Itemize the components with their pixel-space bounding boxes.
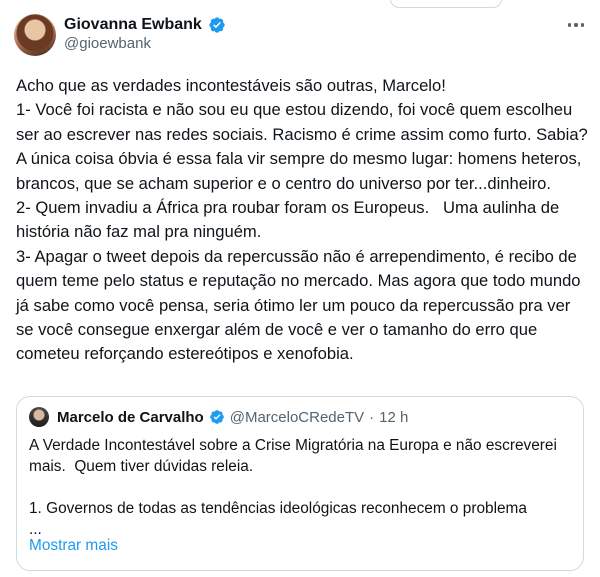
quoted-text: A Verdade Incontestável sobre a Crise Mi… bbox=[29, 435, 569, 540]
previous-tweet-button-edge bbox=[390, 0, 502, 8]
author-display-name[interactable]: Giovanna Ewbank bbox=[64, 16, 202, 34]
verified-badge-icon bbox=[209, 409, 225, 425]
quoted-blank-line bbox=[29, 477, 569, 498]
tweet-paragraph: 3- Apagar o tweet depois da repercussão … bbox=[16, 246, 586, 364]
more-horizontal-icon[interactable] bbox=[566, 18, 586, 32]
author-name-row: Giovanna Ewbank bbox=[64, 14, 226, 36]
quoted-tweet-card[interactable]: Marcelo de Carvalho @MarceloCRedeTV · 12… bbox=[16, 396, 584, 571]
previous-tweet-edge bbox=[0, 0, 600, 10]
verified-badge-icon bbox=[208, 16, 226, 34]
tweet-paragraph: 2- Quem invadiu a África pra roubar fora… bbox=[16, 198, 564, 242]
tweet-paragraph: Acho que as verdades incontestáveis são … bbox=[16, 76, 446, 95]
quoted-separator: · bbox=[369, 408, 375, 426]
quoted-avatar bbox=[29, 407, 49, 427]
quoted-handle: @MarceloCRedeTV bbox=[229, 408, 365, 426]
avatar[interactable] bbox=[14, 14, 56, 56]
tweet-paragraph: 1- Você foi racista e não sou eu que est… bbox=[16, 100, 592, 193]
quoted-line: 1. Governos de todas as tendências ideol… bbox=[29, 500, 527, 517]
quoted-timestamp: 12 h bbox=[379, 408, 409, 426]
quoted-line: A Verdade Incontestável sobre a Crise Mi… bbox=[29, 437, 562, 475]
quoted-header: Marcelo de Carvalho @MarceloCRedeTV · 12… bbox=[57, 407, 408, 427]
author-handle[interactable]: @gioewbank bbox=[64, 35, 151, 52]
show-more-link[interactable]: Mostrar mais bbox=[29, 537, 118, 555]
tweet-text: Acho que as verdades incontestáveis são … bbox=[16, 74, 590, 367]
quoted-display-name: Marcelo de Carvalho bbox=[57, 408, 204, 426]
